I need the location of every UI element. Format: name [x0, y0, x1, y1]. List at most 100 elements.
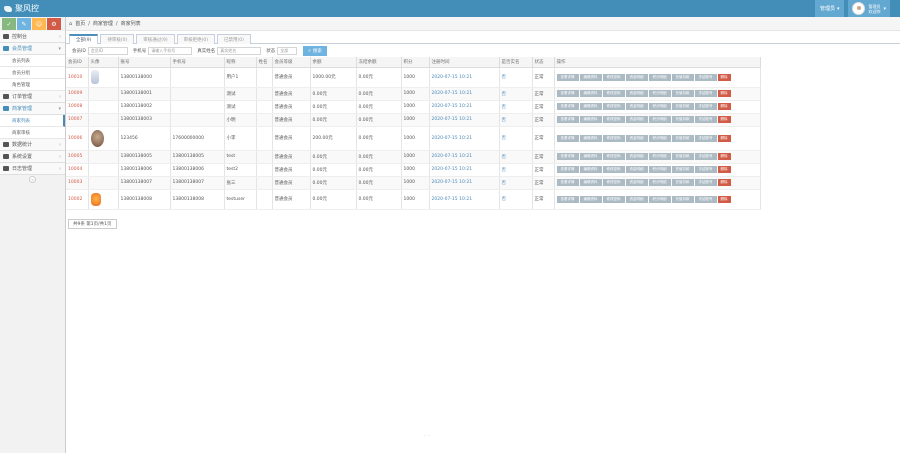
- phone-input[interactable]: 请输入手机号: [148, 46, 193, 55]
- row-action-button[interactable]: 冻结账号: [694, 153, 717, 160]
- breadcrumb-home[interactable]: 首页: [75, 20, 85, 27]
- delete-button[interactable]: 删除: [717, 90, 731, 97]
- tab-3[interactable]: 审核拒绝(0): [176, 34, 215, 44]
- delete-button[interactable]: 删除: [717, 166, 731, 173]
- row-action-button[interactable]: 资金明细: [625, 116, 648, 123]
- row-action-button[interactable]: 冻结账号: [694, 103, 717, 110]
- row-action-button[interactable]: 修改密码: [602, 103, 625, 110]
- row-action-button[interactable]: 冻结账号: [694, 116, 717, 123]
- row-action-button[interactable]: 资金明细: [625, 153, 648, 160]
- row-action-button[interactable]: 积分明细: [648, 195, 671, 203]
- row-action-button[interactable]: 冻结账号: [694, 90, 717, 97]
- tab-2[interactable]: 审核通过(9): [136, 34, 175, 44]
- row-action-button[interactable]: 资金明细: [625, 134, 648, 142]
- row-action-button[interactable]: 编辑资料: [579, 179, 602, 186]
- row-action-button[interactable]: 编辑资料: [579, 134, 602, 142]
- delete-button[interactable]: 删除: [717, 73, 731, 81]
- row-action-button[interactable]: 充值扣款: [671, 116, 694, 123]
- row-action-button[interactable]: 充值扣款: [671, 153, 694, 160]
- row-action-button[interactable]: 资金明细: [625, 90, 648, 97]
- row-action-button[interactable]: 积分明细: [648, 166, 671, 173]
- row-action-button[interactable]: 查看详情: [556, 195, 579, 203]
- row-action-button[interactable]: 充值扣款: [671, 103, 694, 110]
- delete-button[interactable]: 删除: [717, 179, 731, 186]
- row-action-button[interactable]: 资金明细: [625, 73, 648, 81]
- search-button[interactable]: ⌕ 搜索: [303, 45, 327, 56]
- shortcut-check-button[interactable]: ✓: [2, 18, 16, 30]
- row-action-button[interactable]: 编辑资料: [579, 153, 602, 160]
- user-dropdown[interactable]: 管理员 欢迎你 ▾: [848, 0, 890, 17]
- row-action-button[interactable]: 充值扣款: [671, 195, 694, 203]
- row-action-button[interactable]: 冻结账号: [694, 73, 717, 81]
- row-action-button[interactable]: 编辑资料: [579, 73, 602, 81]
- row-action-button[interactable]: 积分明细: [648, 103, 671, 110]
- row-action-button[interactable]: 资金明细: [625, 179, 648, 186]
- row-action-button[interactable]: 查看详情: [556, 116, 579, 123]
- sidebar-item-0[interactable]: 控制台 ›: [0, 31, 65, 43]
- row-action-button[interactable]: 积分明细: [648, 153, 671, 160]
- row-action-button[interactable]: 积分明细: [648, 73, 671, 81]
- row-action-button[interactable]: 冻结账号: [694, 134, 717, 142]
- breadcrumb-section[interactable]: 商家管理: [93, 20, 113, 27]
- shortcut-users-button[interactable]: ☺: [32, 18, 46, 30]
- delete-button[interactable]: 删除: [717, 153, 731, 160]
- row-action-button[interactable]: 编辑资料: [579, 166, 602, 173]
- row-action-button[interactable]: 查看详情: [556, 103, 579, 110]
- row-action-button[interactable]: 积分明细: [648, 179, 671, 186]
- row-action-button[interactable]: 充值扣款: [671, 73, 694, 81]
- row-action-button[interactable]: 修改密码: [602, 166, 625, 173]
- row-action-button[interactable]: 资金明细: [625, 103, 648, 110]
- row-action-button[interactable]: 冻结账号: [694, 166, 717, 173]
- sidebar-item-1[interactable]: 会员管理 ▾: [0, 43, 65, 55]
- delete-button[interactable]: 删除: [717, 134, 731, 142]
- status-select[interactable]: 全部: [277, 46, 298, 55]
- row-action-button[interactable]: 查看详情: [556, 134, 579, 142]
- shortcut-pencil-button[interactable]: ✎: [17, 18, 31, 30]
- row-action-button[interactable]: 查看详情: [556, 179, 579, 186]
- sidebar-collapse[interactable]: «: [0, 175, 65, 183]
- row-action-button[interactable]: 修改密码: [602, 153, 625, 160]
- row-action-button[interactable]: 充值扣款: [671, 134, 694, 142]
- brand[interactable]: 聚风控: [4, 3, 39, 14]
- sidebar-subitem-7[interactable]: 商家列表: [0, 115, 65, 127]
- row-action-button[interactable]: 编辑资料: [579, 116, 602, 123]
- sidebar-item-6[interactable]: 商家管理 ▾: [0, 103, 65, 115]
- sidebar-subitem-4[interactable]: 角色管理: [0, 79, 65, 91]
- sidebar-item-10[interactable]: 系统设置 ›: [0, 151, 65, 163]
- row-action-button[interactable]: 查看详情: [556, 153, 579, 160]
- pagination-info[interactable]: 共9条 第1页/共1页: [68, 218, 117, 229]
- row-action-button[interactable]: 编辑资料: [579, 195, 602, 203]
- delete-button[interactable]: 删除: [717, 103, 731, 110]
- sidebar-item-5[interactable]: 订单管理 ›: [0, 91, 65, 103]
- row-action-button[interactable]: 积分明细: [648, 134, 671, 142]
- delete-button[interactable]: 删除: [717, 116, 731, 123]
- row-action-button[interactable]: 充值扣款: [671, 90, 694, 97]
- row-action-button[interactable]: 查看详情: [556, 73, 579, 81]
- row-action-button[interactable]: 充值扣款: [671, 179, 694, 186]
- sidebar-item-9[interactable]: 数据统计 ›: [0, 139, 65, 151]
- tab-0[interactable]: 全部(9): [69, 34, 99, 44]
- row-action-button[interactable]: 冻结账号: [694, 195, 717, 203]
- delete-button[interactable]: 删除: [717, 195, 731, 203]
- tab-1[interactable]: 待审核(0): [100, 34, 135, 44]
- admin-menu[interactable]: 管理员 ▾: [814, 0, 845, 17]
- row-action-button[interactable]: 充值扣款: [671, 166, 694, 173]
- row-action-button[interactable]: 修改密码: [602, 90, 625, 97]
- row-action-button[interactable]: 积分明细: [648, 90, 671, 97]
- shortcut-cogs-button[interactable]: ⚙: [47, 18, 61, 30]
- name-input[interactable]: 真实姓名: [217, 46, 262, 55]
- sidebar-subitem-2[interactable]: 会员列表: [0, 55, 65, 67]
- sidebar-subitem-3[interactable]: 会员分组: [0, 67, 65, 79]
- row-action-button[interactable]: 资金明细: [625, 166, 648, 173]
- row-action-button[interactable]: 修改密码: [602, 73, 625, 81]
- row-action-button[interactable]: 编辑资料: [579, 90, 602, 97]
- sidebar-item-11[interactable]: 日志管理 ›: [0, 163, 65, 175]
- row-action-button[interactable]: 资金明细: [625, 195, 648, 203]
- row-action-button[interactable]: 修改密码: [602, 116, 625, 123]
- row-action-button[interactable]: 积分明细: [648, 116, 671, 123]
- sidebar-subitem-8[interactable]: 商家审核: [0, 127, 65, 139]
- row-action-button[interactable]: 冻结账号: [694, 179, 717, 186]
- member-id-input[interactable]: 会员ID: [87, 46, 128, 55]
- row-action-button[interactable]: 修改密码: [602, 195, 625, 203]
- row-action-button[interactable]: 编辑资料: [579, 103, 602, 110]
